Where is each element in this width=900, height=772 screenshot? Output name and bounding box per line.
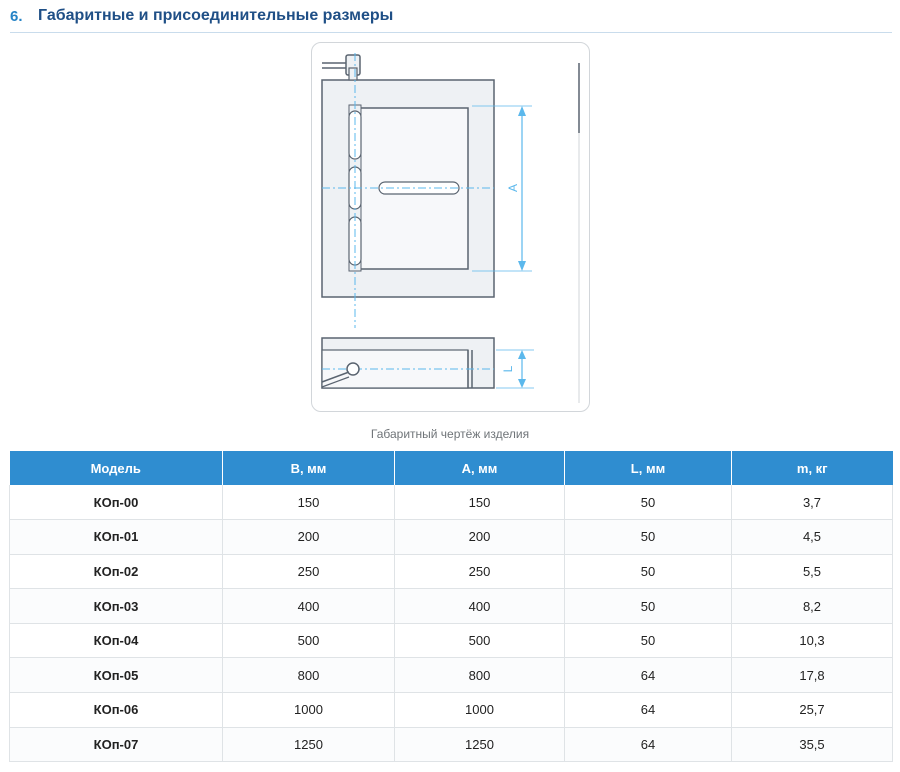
- cell-model: КОп-06: [9, 692, 223, 728]
- cell-a: 1250: [394, 727, 565, 763]
- table-header-row: Модель B, мм A, мм L, мм m, кг: [9, 451, 893, 485]
- table-row: КОп-04 500 500 50 10,3: [9, 623, 893, 659]
- cell-a: 150: [394, 485, 565, 521]
- cell-l: 64: [564, 692, 732, 728]
- cell-a: 1000: [394, 692, 565, 728]
- column-header-l: L, мм: [564, 451, 732, 485]
- specifications-table: Модель B, мм A, мм L, мм m, кг КОп-00 150…: [9, 451, 893, 763]
- cell-mass: 5,5: [731, 554, 893, 590]
- cell-b: 200: [222, 519, 395, 555]
- dimension-l-label: L: [501, 365, 515, 372]
- cell-model: КОп-05: [9, 657, 223, 694]
- cell-model: КОп-02: [9, 554, 223, 590]
- table-row: КОп-06 1000 1000 64 25,7: [9, 692, 893, 728]
- section-header: 6. Габаритные и присоединительные размер…: [10, 0, 892, 33]
- cell-model: КОп-00: [9, 485, 223, 521]
- table-row: КОп-07 1250 1250 64 35,5: [9, 727, 893, 763]
- column-header-b: B, мм: [222, 451, 395, 485]
- column-header-a: A, мм: [394, 451, 565, 485]
- cell-a: 500: [394, 623, 565, 659]
- cell-model: КОп-03: [9, 588, 223, 624]
- cell-l: 50: [564, 623, 732, 659]
- cell-l: 50: [564, 485, 732, 521]
- table-row: КОп-00 150 150 50 3,7: [9, 485, 893, 521]
- cell-a: 800: [394, 657, 565, 694]
- cell-mass: 25,7: [731, 692, 893, 728]
- cell-l: 64: [564, 727, 732, 763]
- cell-b: 250: [222, 554, 395, 590]
- cell-b: 400: [222, 588, 395, 624]
- table-row: КОп-05 800 800 64 17,8: [9, 657, 893, 694]
- column-header-model: Модель: [9, 451, 223, 485]
- section-number: 6.: [10, 7, 23, 25]
- table-row: КОп-03 400 400 50 8,2: [9, 588, 893, 624]
- cell-mass: 3,7: [731, 485, 893, 521]
- cell-l: 50: [564, 519, 732, 555]
- cell-a: 200: [394, 519, 565, 555]
- cell-l: 50: [564, 554, 732, 590]
- dimension-drawing: A L: [311, 42, 590, 412]
- table-row: КОп-01 200 200 50 4,5: [9, 519, 893, 555]
- cell-model: КОп-04: [9, 623, 223, 659]
- cell-mass: 35,5: [731, 727, 893, 763]
- cell-mass: 4,5: [731, 519, 893, 555]
- table-row: КОп-02 250 250 50 5,5: [9, 554, 893, 590]
- cell-b: 1250: [222, 727, 395, 763]
- cell-l: 50: [564, 588, 732, 624]
- cell-mass: 17,8: [731, 657, 893, 694]
- cell-mass: 10,3: [731, 623, 893, 659]
- cell-b: 500: [222, 623, 395, 659]
- cell-a: 250: [394, 554, 565, 590]
- dimension-a-label: A: [506, 184, 520, 192]
- cell-l: 64: [564, 657, 732, 694]
- cell-model: КОп-07: [9, 727, 223, 763]
- section-title: Габаритные и присоединительные размеры: [38, 7, 394, 24]
- cell-b: 800: [222, 657, 395, 694]
- drawing-caption: Габаритный чертёж изделия: [370, 427, 530, 441]
- cell-a: 400: [394, 588, 565, 624]
- side-view-pivot: [346, 362, 360, 376]
- cell-mass: 8,2: [731, 588, 893, 624]
- cell-model: КОп-01: [9, 519, 223, 555]
- cell-b: 1000: [222, 692, 395, 728]
- column-header-mass: m, кг: [731, 451, 893, 485]
- cell-b: 150: [222, 485, 395, 521]
